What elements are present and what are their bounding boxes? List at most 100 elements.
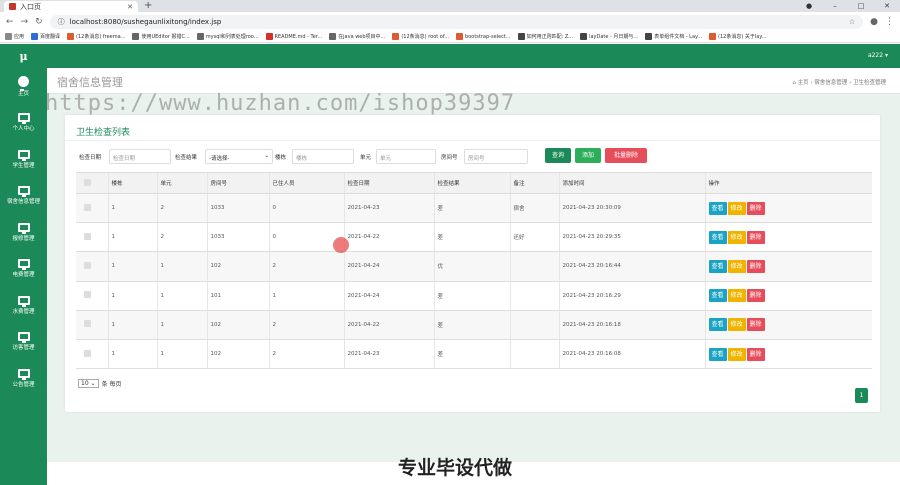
pagination-page[interactable]: 1 <box>855 388 868 403</box>
row-checkbox[interactable] <box>84 203 91 211</box>
page-size-select[interactable]: 10 ⌄ <box>78 379 99 388</box>
actions-cell: 查看 修改 删除 <box>704 310 872 340</box>
bookmark-label: 在java web项目中... <box>338 34 386 40</box>
sidebar-item[interactable]: 公告管理 <box>0 360 47 397</box>
view-button[interactable]: 查看 <box>708 289 727 303</box>
sidebar-item[interactable]: 报修管理 <box>0 214 47 251</box>
url-field[interactable]: ⓘ localhost:8080/sushegaunlixitong/index… <box>49 14 864 29</box>
date-input[interactable]: 检查日期 <box>109 149 171 164</box>
bookmark-star-icon[interactable]: ☆ <box>849 18 855 26</box>
menu-icon[interactable]: ⋮ <box>885 17 894 27</box>
sidebar-item[interactable]: 水费管理 <box>0 287 47 324</box>
table-cell: 1033 <box>206 193 269 224</box>
monitor-icon <box>17 295 30 307</box>
new-tab-icon[interactable]: + <box>144 0 152 11</box>
view-button[interactable]: 查看 <box>708 347 727 361</box>
divider <box>65 140 880 141</box>
room-input[interactable]: 房间号 <box>464 149 528 164</box>
result-select[interactable]: -请选择- ⌄ <box>205 149 273 164</box>
sidebar-item[interactable]: 宿舍信息管理 <box>0 178 47 215</box>
bookmark-icon <box>456 33 464 40</box>
bookmark-item[interactable]: 百度翻译 <box>31 33 60 40</box>
table-cell: 1 <box>156 251 207 282</box>
close-tab-icon[interactable]: ✕ <box>127 3 133 11</box>
user-menu[interactable]: a222 ▾ <box>868 52 888 59</box>
delete-button[interactable]: 删除 <box>746 230 765 244</box>
bookmark-item[interactable]: README.md - Ter... <box>265 33 322 40</box>
top-navbar: a222 ▾ <box>47 44 900 68</box>
view-button[interactable]: 查看 <box>708 318 727 332</box>
edit-button[interactable]: 修改 <box>727 201 746 215</box>
monitor-icon <box>17 259 30 271</box>
account-icon[interactable]: ● <box>870 17 878 27</box>
select-all-checkbox[interactable] <box>84 178 91 186</box>
unit-input[interactable]: 单元 <box>376 149 436 164</box>
maximize-icon[interactable]: □ <box>848 0 874 12</box>
row-checkbox[interactable] <box>84 261 91 269</box>
sidebar-item[interactable]: 个人中心 <box>0 105 47 142</box>
edit-button[interactable]: 修改 <box>727 230 746 244</box>
forward-icon[interactable]: → <box>21 17 29 27</box>
query-button[interactable]: 查询 <box>545 148 571 163</box>
delete-button[interactable]: 删除 <box>746 259 765 273</box>
back-icon[interactable]: ← <box>6 17 14 27</box>
delete-button[interactable]: 删除 <box>746 318 765 332</box>
bookmark-item[interactable]: (12条消息) freema... <box>67 33 125 40</box>
watermark-text: https://www.huzhan.com/ishop39397 <box>45 91 516 116</box>
view-button[interactable]: 查看 <box>708 259 727 273</box>
sidebar-item[interactable]: 主页 <box>0 68 47 105</box>
delete-button[interactable]: 删除 <box>746 347 765 361</box>
bookmark-item[interactable]: bootstrap-select... <box>456 33 511 40</box>
bookmark-item[interactable]: 表单组件文档 - Lay... <box>645 33 702 40</box>
view-button[interactable]: 查看 <box>708 201 727 215</box>
edit-button[interactable]: 修改 <box>727 318 746 332</box>
row-checkbox[interactable] <box>84 349 91 357</box>
edit-button[interactable]: 修改 <box>727 347 746 361</box>
monitor-icon <box>17 368 30 380</box>
bookmark-icon <box>265 33 273 40</box>
table-cell: 1 <box>268 281 344 311</box>
sidebar-item-label: 个人中心 <box>12 126 35 133</box>
bookmark-item[interactable]: 应用 <box>5 33 24 40</box>
inspection-table: 楼栋 单元 房间号 已住人员 检查日期 检查结果 备注 添加时间 操作 1 2 1033 0 2021-… <box>76 172 872 370</box>
column-header: 单元 <box>156 172 207 194</box>
browser-tab[interactable]: 入口页 ✕ <box>4 1 138 12</box>
table-cell: 2 <box>268 339 344 370</box>
bookmark-label: 应用 <box>14 34 25 40</box>
row-select-cell <box>76 222 108 253</box>
row-select-cell <box>76 281 108 311</box>
close-window-icon[interactable]: ✕ <box>874 0 900 12</box>
profile-icon[interactable]: ● <box>796 0 822 12</box>
info-icon[interactable]: ⓘ <box>58 17 65 27</box>
building-input[interactable]: 楼栋 <box>292 149 354 164</box>
table-cell: 101 <box>206 281 269 311</box>
row-checkbox[interactable] <box>84 232 91 240</box>
bookmark-item[interactable]: (12条消息) root of... <box>392 33 449 40</box>
sidebar-item[interactable]: 电费管理 <box>0 251 47 288</box>
bookmark-item[interactable]: 如何用正则匹配: Z... <box>517 33 573 40</box>
row-checkbox[interactable] <box>84 320 91 328</box>
delete-button[interactable]: 删除 <box>746 201 765 215</box>
table-cell: 2021-04-23 <box>343 193 434 224</box>
bookmarks-bar: 应用 百度翻译 (12条消息) freema... 使用UEditor 报错C... m… <box>0 31 900 43</box>
batch-delete-button[interactable]: 批量删除 <box>605 148 647 163</box>
bookmark-item[interactable]: (12条消息) 关于lay... <box>709 33 766 40</box>
bookmark-icon <box>517 33 525 40</box>
sidebar-item[interactable]: 访客管理 <box>0 324 47 361</box>
row-checkbox[interactable] <box>84 291 91 299</box>
table-cell: 2021-04-24 <box>343 281 434 311</box>
edit-button[interactable]: 修改 <box>727 289 746 303</box>
edit-button[interactable]: 修改 <box>727 259 746 273</box>
bookmark-item[interactable]: layDate - 月日期与... <box>580 33 638 40</box>
add-button[interactable]: 添加 <box>575 148 601 163</box>
bookmark-item[interactable]: 在java web项目中... <box>329 33 385 40</box>
delete-button[interactable]: 删除 <box>746 289 765 303</box>
minimize-icon[interactable]: – <box>822 0 848 12</box>
table-cell <box>509 310 559 340</box>
sidebar-item[interactable]: 学生管理 <box>0 141 47 178</box>
reload-icon[interactable]: ↻ <box>35 17 43 27</box>
view-button[interactable]: 查看 <box>708 230 727 244</box>
bookmark-item[interactable]: mysql和列表处理roo... <box>196 33 259 40</box>
mouse-cursor-indicator <box>333 237 349 253</box>
bookmark-item[interactable]: 使用UEditor 报错C... <box>132 33 190 40</box>
